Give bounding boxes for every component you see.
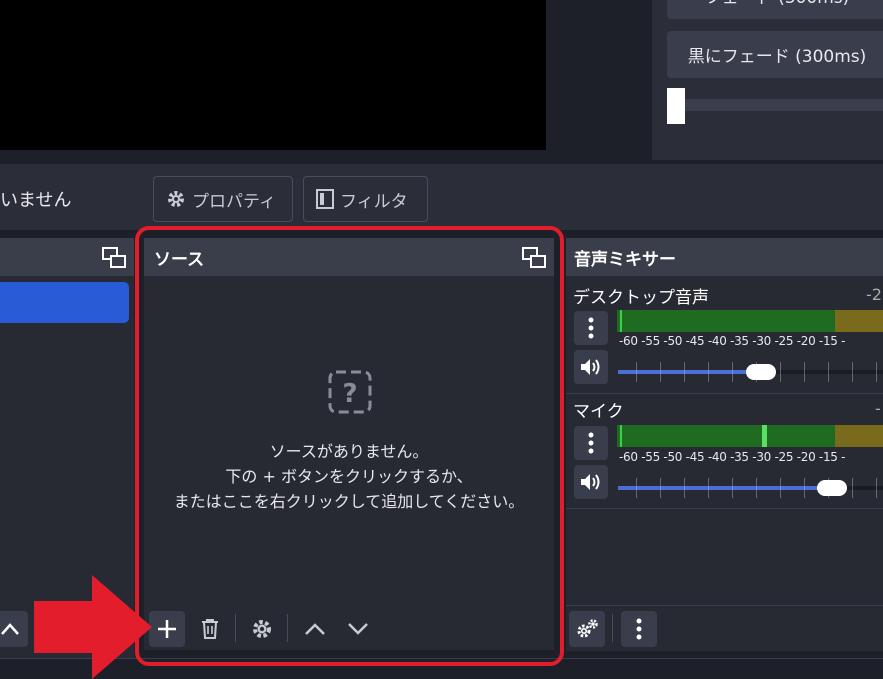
filters-label: フィルタ — [340, 191, 408, 212]
undock-icon[interactable] — [102, 247, 126, 269]
transitions-panel — [652, 0, 883, 160]
fade-transition-button[interactable]: フェード (300ms) — [667, 0, 883, 19]
peak-indicator — [620, 310, 622, 332]
channel-name: デスクトップ音声 — [573, 288, 709, 308]
toolbar-separator — [612, 614, 613, 642]
channel-separator — [566, 393, 883, 394]
program-preview[interactable] — [0, 0, 546, 150]
more-vertical-icon — [588, 432, 594, 454]
transition-slider-track[interactable] — [685, 99, 883, 111]
speaker-icon — [581, 359, 600, 375]
volume-slider-handle[interactable] — [817, 480, 847, 496]
mixer-toolbar — [566, 605, 883, 651]
advanced-audio-button[interactable] — [569, 611, 605, 647]
meter-scale: -60 -55 -50 -45 -40 -35 -30 -25 -20 -15 … — [619, 450, 846, 464]
volume-meter-yellow — [835, 425, 883, 447]
volume-meter-green — [617, 425, 835, 447]
filters-button[interactable]: フィルタ — [303, 176, 428, 222]
channel-menu-button[interactable] — [574, 311, 608, 345]
mixer-dock-header: 音声ミキサー — [566, 238, 883, 276]
channel-db: -2 — [866, 285, 882, 304]
fade-to-black-button[interactable]: 黒にフェード (300ms) — [667, 31, 883, 78]
channel-name: マイク — [573, 402, 624, 422]
more-vertical-icon — [636, 618, 642, 640]
gears-icon — [577, 619, 598, 638]
context-bar — [0, 164, 883, 230]
more-vertical-icon — [588, 317, 594, 339]
volume-slider-handle[interactable] — [746, 364, 776, 380]
channel-menu-button[interactable] — [574, 426, 608, 460]
transition-slider-handle[interactable] — [667, 88, 685, 124]
mixer-menu-button[interactable] — [621, 611, 657, 647]
speaker-icon — [581, 474, 600, 490]
no-source-selected-text: いません — [0, 190, 72, 211]
gear-icon — [168, 191, 184, 207]
properties-button[interactable]: プロパティ — [153, 176, 293, 222]
mute-button[interactable] — [574, 465, 608, 499]
volume-meter-yellow — [835, 310, 883, 332]
mute-button[interactable] — [574, 350, 608, 384]
scenes-dock-header — [0, 238, 134, 276]
volume-meter-green — [617, 310, 835, 332]
level-peak-marker — [762, 425, 767, 447]
scene-item-selected[interactable] — [0, 282, 129, 323]
properties-label: プロパティ — [192, 191, 276, 212]
channel-separator — [566, 508, 883, 509]
scene-move-up-button[interactable] — [0, 611, 28, 647]
chevron-up-icon — [1, 623, 19, 635]
mixer-title: 音声ミキサー — [574, 249, 676, 270]
filter-icon — [316, 189, 334, 209]
meter-scale: -60 -55 -50 -45 -40 -35 -30 -25 -20 -15 … — [619, 334, 846, 348]
peak-indicator — [620, 425, 622, 447]
arrow-right-icon — [34, 575, 152, 679]
highlight-frame — [135, 226, 564, 666]
channel-db: - — [875, 399, 881, 418]
